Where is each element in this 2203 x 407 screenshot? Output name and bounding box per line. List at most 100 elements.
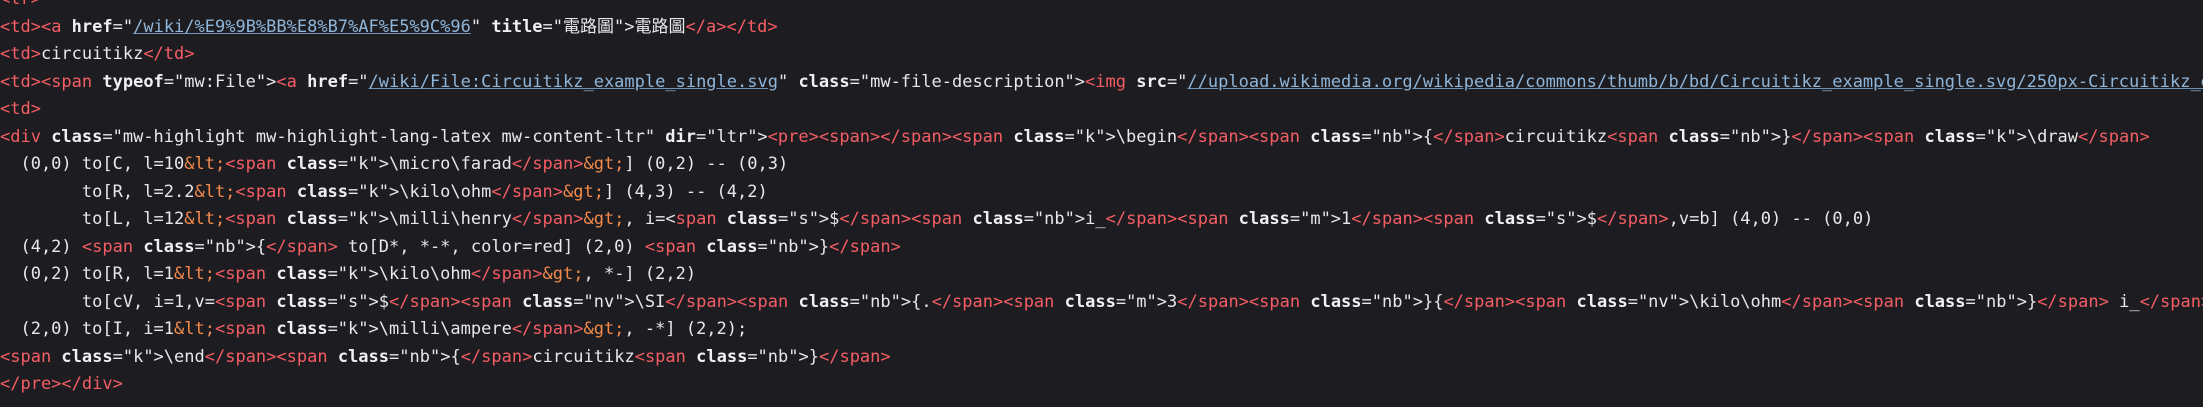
text-token: (2,0) to[I, i=1 [0,319,174,339]
text-token: $ [1586,209,1597,229]
code-line: <td><span typeof="mw:File"><a href="/wik… [0,69,2203,97]
code-line: (0,2) to[R, l=1&lt;<span class="k">\kilo… [0,261,696,289]
code-line: <div class="mw-highlight mw-highlight-la… [0,124,2150,152]
html-tag-token: </span> [511,209,584,229]
attribute-name-token: class [143,236,195,257]
html-entity-token: &lt; [184,209,226,229]
attribute-name-token: title [491,16,543,37]
attribute-name-token: class [798,71,850,92]
text-token: ="mw-file-description"> [849,71,1086,92]
code-line: <td>circuitikz</td> [0,41,195,69]
html-tag-token: </span> [1781,291,1853,312]
text-token: ="ltr"> [696,126,768,147]
html-tag-token: </span> [511,319,584,339]
html-tag-token: <tr> [0,0,41,9]
text-token: ="nb"> [1023,209,1086,229]
text-token: " [470,16,492,37]
text-token: i_ [1085,209,1106,229]
html-entity-token: &lt; [174,264,215,284]
html-tag-token: </span> [1351,209,1423,229]
text-token: ="k"> [337,154,389,174]
url-link[interactable]: /wiki/File:Circuitikz_example_single.svg [369,72,778,92]
attribute-name-token: class [1238,209,1290,229]
text-token: \kilo\ohm [378,264,471,284]
url-link[interactable]: //upload.wikimedia.org/wikipedia/commons… [1187,72,2203,92]
html-tag-token: </span> [818,346,891,367]
attribute-name-token: class [1310,291,1362,312]
html-tag-token: <span> [818,126,881,147]
html-tag-token: <img [1085,71,1137,92]
text-token: { [450,346,461,367]
text-token: , i=< [624,209,676,229]
code-line: to[cV, i=1,v=<span class="s">$</span><sp… [0,289,2203,317]
text-token: ="k"> [1975,126,2027,147]
text-token: (0,2) to[R, l=1 [0,264,174,284]
html-tag-token: <span [1177,209,1239,229]
attribute-name-token: dir [665,126,697,147]
text-token: } [818,236,830,257]
html-tag-token: </span> [1443,291,1516,312]
html-tag-token: </span> [266,236,338,257]
html-tag-token: <td> [0,99,41,119]
source-code-view: <tr><td><a href="/wiki/%E9%9B%BB%E8%B7%A… [0,0,2203,407]
html-tag-token: </span> [2037,291,2109,312]
text-token: i_ [2108,291,2140,312]
html-tag-token: </span> [931,291,1004,312]
text-token: \milli\henry [388,209,512,229]
text-token: 3 [1167,291,1178,312]
text-token: =" [112,16,134,37]
html-tag-token: <span [1422,209,1485,229]
text-token: \kilo\ohm [399,181,492,202]
text-token: to[cV, i=1,v= [0,291,215,312]
code-line: (4,2) <span class="nb">{</span> to[D*, *… [0,234,900,262]
text-token: ="nb"> [194,236,256,257]
text-token: ="s"> [327,291,379,312]
html-entity-token: &lt; [194,181,236,202]
html-tag-token: </span> [839,209,912,229]
html-tag-token: </span> [460,346,533,367]
text-token: ="k"> [337,209,389,229]
html-tag-token: <span [1863,126,1925,147]
attribute-name-token: class [337,346,390,367]
html-tag-token: <span [460,291,523,312]
text-token: $ [378,291,389,312]
html-tag-token: </pre> [0,374,62,394]
html-tag-token: <span [1003,291,1065,312]
text-token: ="電路圖"> [542,16,635,37]
text-token: { [1422,126,1434,147]
attribute-name-token: class [726,209,778,229]
html-tag-token: <span [225,154,287,174]
text-token: , -*] (2,2); [624,319,748,339]
attribute-name-token: typeof [102,71,164,92]
text-token: =" [348,71,369,92]
html-entity-token: &lt; [174,319,215,339]
attribute-name-token: class [1310,126,1362,147]
text-token: ="s"> [777,209,830,229]
text-token: \micro\farad [388,154,512,174]
text-token: \kilo\ohm [1689,291,1782,312]
attribute-name-token: class [1668,126,1720,147]
text-token: \end [163,346,205,367]
html-tag-token: </span> [1105,209,1178,229]
text-token: ="nb"> [747,346,809,367]
text-token: , *-] (2,2) [583,264,697,284]
html-tag-token: </span> [511,154,584,174]
html-tag-token: </span> [1177,291,1249,312]
attribute-name-token: class [1484,209,1536,229]
text-token: { [255,236,267,257]
text-token: ="m"> [1115,291,1168,312]
code-line: <span class="k">\end</span><span class="… [0,344,891,372]
url-link[interactable]: /wiki/%E9%9B%BB%E8%B7%AF%E5%9C%96 [133,17,471,37]
text-token: ="nb"> [849,291,912,312]
text-token: \milli\ampere [378,319,512,339]
html-tag-token: <span [1852,291,1915,312]
attribute-name-token: class [276,291,328,312]
html-tag-token: </span> [470,264,543,284]
text-token: ="k"> [327,319,379,339]
code-line: </pre></div> [0,371,123,399]
attribute-name-token: href [307,71,349,92]
text-token: to[R, l=2.2 [0,181,195,202]
attribute-name-token: class [798,291,850,312]
html-tag-token: <a [40,16,72,37]
html-tag-token: <span [214,291,277,312]
